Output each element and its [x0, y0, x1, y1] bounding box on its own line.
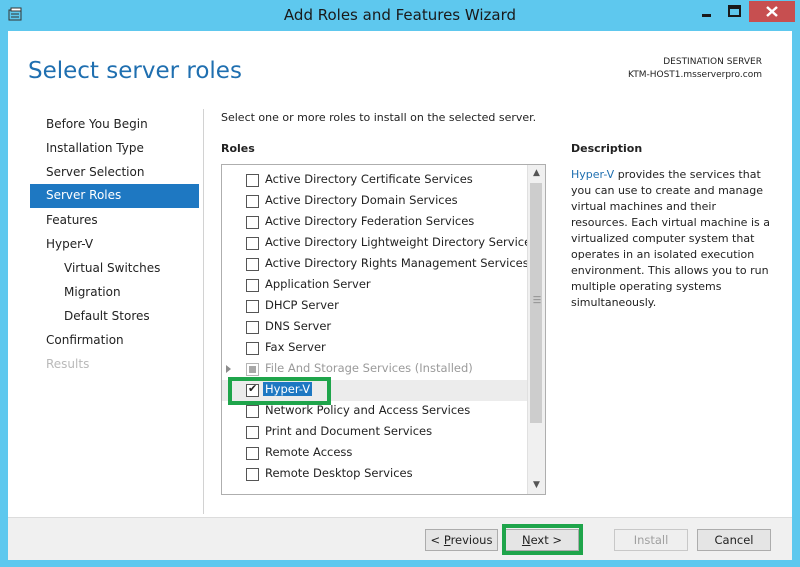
role-item[interactable]: Active Directory Federation Services — [222, 212, 530, 233]
role-label: File And Storage Services (Installed) — [265, 361, 473, 375]
roles-list[interactable]: Active Directory Certificate Services Ac… — [221, 164, 546, 495]
scroll-up-arrow-icon[interactable]: ▲ — [528, 165, 545, 182]
role-checkbox[interactable] — [246, 174, 259, 187]
role-label: Active Directory Certificate Services — [265, 172, 473, 186]
role-checkbox[interactable] — [246, 258, 259, 271]
role-checkbox[interactable] — [246, 426, 259, 439]
role-checkbox[interactable] — [246, 216, 259, 229]
description-text: Hyper-V provides the services that you c… — [571, 167, 771, 311]
role-label: Network Policy and Access Services — [265, 403, 471, 417]
nav-server-selection[interactable]: Server Selection — [30, 161, 199, 185]
wizard-footer: < Previous Next > Install Cancel — [8, 517, 792, 560]
role-label: DHCP Server — [265, 298, 339, 312]
nav-confirmation[interactable]: Confirmation — [30, 329, 199, 353]
title-bar[interactable]: Add Roles and Features Wizard — [0, 0, 800, 31]
nav-default-stores[interactable]: Default Stores — [30, 305, 199, 329]
role-label: Remote Desktop Services — [265, 466, 413, 480]
role-item[interactable]: Application Server — [222, 275, 530, 296]
description-link[interactable]: Hyper-V — [571, 168, 614, 181]
role-item[interactable]: Print and Document Services — [222, 422, 530, 443]
role-label: Fax Server — [265, 340, 326, 354]
description-heading: Description — [571, 142, 643, 155]
window-title: Add Roles and Features Wizard — [283, 6, 517, 24]
instruction-text: Select one or more roles to install on t… — [221, 111, 537, 124]
nav-virtual-switches[interactable]: Virtual Switches — [30, 257, 199, 281]
role-label: Active Directory Lightweight Directory S… — [265, 235, 538, 249]
role-label: Active Directory Rights Management Servi… — [265, 256, 529, 270]
role-checkbox[interactable] — [246, 195, 259, 208]
wizard-client-area: Select server roles DESTINATION SERVER K… — [8, 31, 792, 560]
destination-server-label: DESTINATION SERVER — [663, 57, 762, 67]
role-checkbox[interactable] — [246, 279, 259, 292]
role-checkbox[interactable] — [246, 342, 259, 355]
role-label: DNS Server — [265, 319, 332, 333]
close-button[interactable] — [749, 1, 795, 22]
nav-installation-type[interactable]: Installation Type — [30, 137, 199, 161]
page-title: Select server roles — [28, 58, 242, 84]
role-checkbox[interactable] — [246, 447, 259, 460]
role-checkbox[interactable] — [246, 237, 259, 250]
wizard-window: Add Roles and Features Wizard Select ser… — [0, 0, 800, 567]
scroll-thumb[interactable]: — — — — [530, 183, 542, 423]
role-item[interactable]: DHCP Server — [222, 296, 530, 317]
install-button: Install — [614, 529, 688, 551]
nav-before-you-begin[interactable]: Before You Begin — [30, 113, 199, 137]
nav-divider — [203, 109, 204, 514]
role-label: Remote Access — [265, 445, 353, 459]
role-checkbox[interactable] — [246, 405, 259, 418]
nav-server-roles[interactable]: Server Roles — [30, 184, 199, 208]
grip-icon: — — — — [533, 292, 541, 307]
role-label: Active Directory Domain Services — [265, 193, 458, 207]
description-body: provides the services that you can use t… — [571, 168, 770, 309]
nav-results: Results — [46, 357, 90, 371]
role-label: Application Server — [265, 277, 371, 291]
minimize-button[interactable] — [693, 1, 720, 22]
cancel-button[interactable]: Cancel — [697, 529, 771, 551]
expand-arrow-icon[interactable] — [226, 365, 231, 373]
nav-migration[interactable]: Migration — [30, 281, 199, 305]
role-item[interactable]: Active Directory Domain Services — [222, 191, 530, 212]
role-item[interactable]: Active Directory Rights Management Servi… — [222, 254, 530, 275]
scroll-down-arrow-icon[interactable]: ▼ — [528, 477, 545, 494]
role-checkbox — [246, 363, 259, 376]
nav-features[interactable]: Features — [30, 209, 199, 233]
role-checkbox[interactable] — [246, 468, 259, 481]
role-checkbox[interactable] — [246, 321, 259, 334]
close-icon — [766, 6, 778, 17]
role-item[interactable]: Active Directory Certificate Services — [222, 170, 530, 191]
roles-scrollbar[interactable]: ▲ — — — ▼ — [527, 165, 545, 494]
previous-button[interactable]: < Previous — [425, 529, 498, 551]
role-checkbox[interactable] — [246, 300, 259, 313]
destination-server-name: KTM-HOST1.msserverpro.com — [628, 70, 762, 80]
role-item[interactable]: Fax Server — [222, 338, 530, 359]
nav-hyper-v[interactable]: Hyper-V — [30, 233, 199, 257]
hyper-v-highlight-annotation — [228, 377, 331, 405]
role-item[interactable]: DNS Server — [222, 317, 530, 338]
next-highlight-annotation — [502, 524, 583, 555]
role-item[interactable]: Remote Desktop Services — [222, 464, 530, 485]
maximize-button[interactable] — [721, 1, 748, 22]
role-item[interactable]: Remote Access — [222, 443, 530, 464]
roles-heading: Roles — [221, 142, 255, 155]
role-item[interactable]: Active Directory Lightweight Directory S… — [222, 233, 537, 254]
minimize-icon — [702, 14, 711, 17]
role-label: Print and Document Services — [265, 424, 433, 438]
role-label: Active Directory Federation Services — [265, 214, 475, 228]
maximize-icon — [728, 5, 741, 17]
